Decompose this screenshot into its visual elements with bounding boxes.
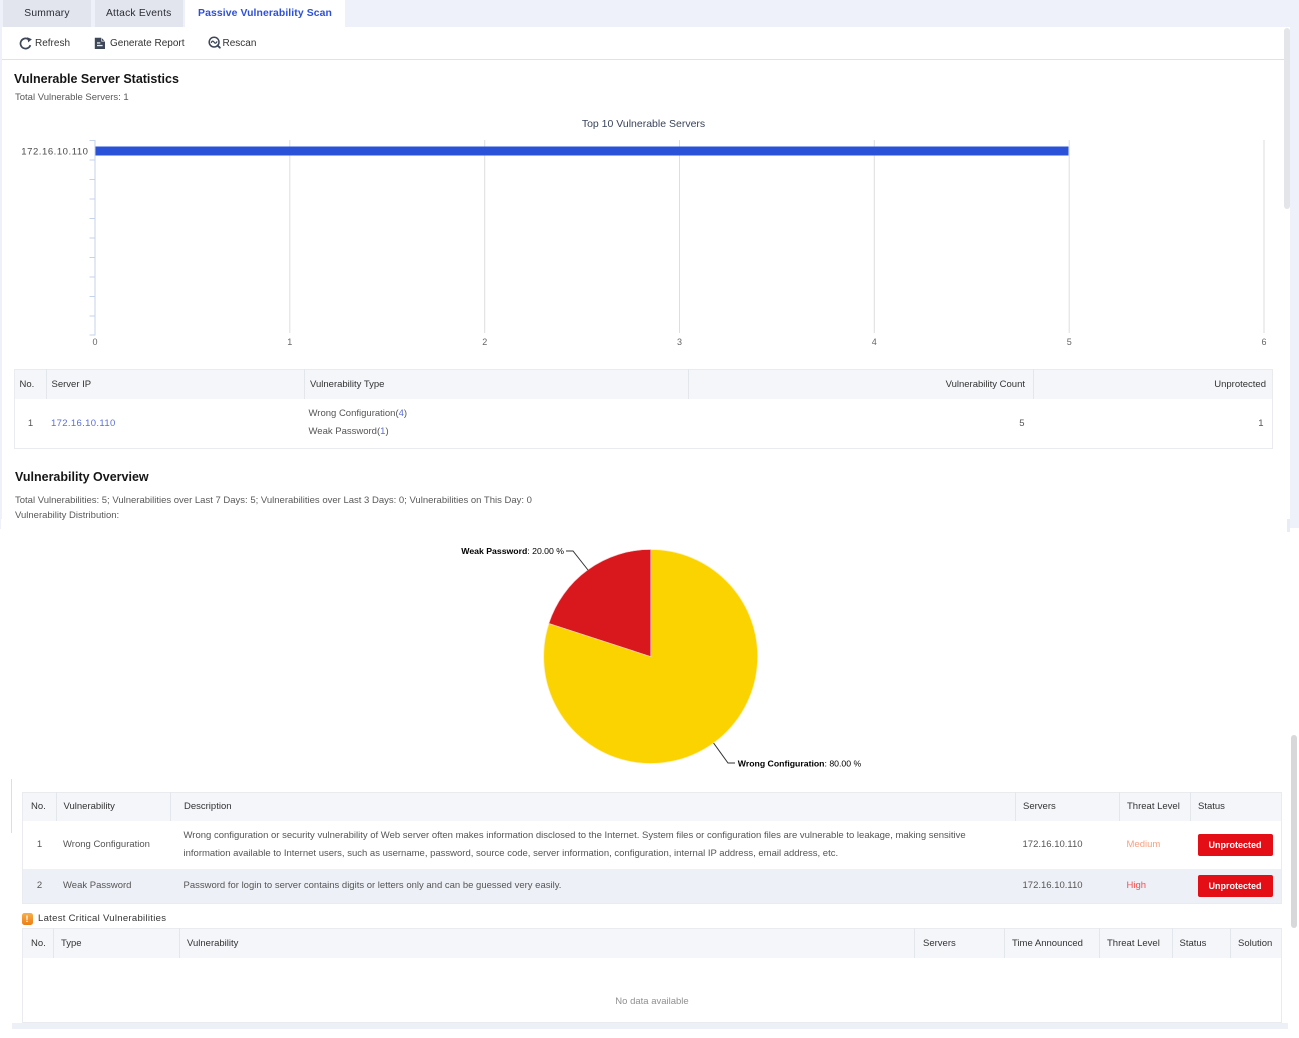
svg-text:2: 2 bbox=[482, 337, 487, 347]
svg-text:6: 6 bbox=[1261, 337, 1266, 347]
svg-text:1: 1 bbox=[287, 337, 292, 347]
svg-text:5: 5 bbox=[1067, 337, 1072, 347]
svg-text:0: 0 bbox=[92, 337, 97, 347]
svg-text:4: 4 bbox=[872, 337, 877, 347]
svg-text:Top 10 Vulnerable Servers: Top 10 Vulnerable Servers bbox=[582, 118, 705, 130]
svg-text:172.16.10.110: 172.16.10.110 bbox=[21, 147, 88, 158]
svg-text:Wrong Configuration: 80.00 %: Wrong Configuration: 80.00 % bbox=[738, 759, 862, 769]
svg-text:3: 3 bbox=[677, 337, 682, 347]
svg-text:Weak Password: 20.00 %: Weak Password: 20.00 % bbox=[461, 546, 564, 556]
